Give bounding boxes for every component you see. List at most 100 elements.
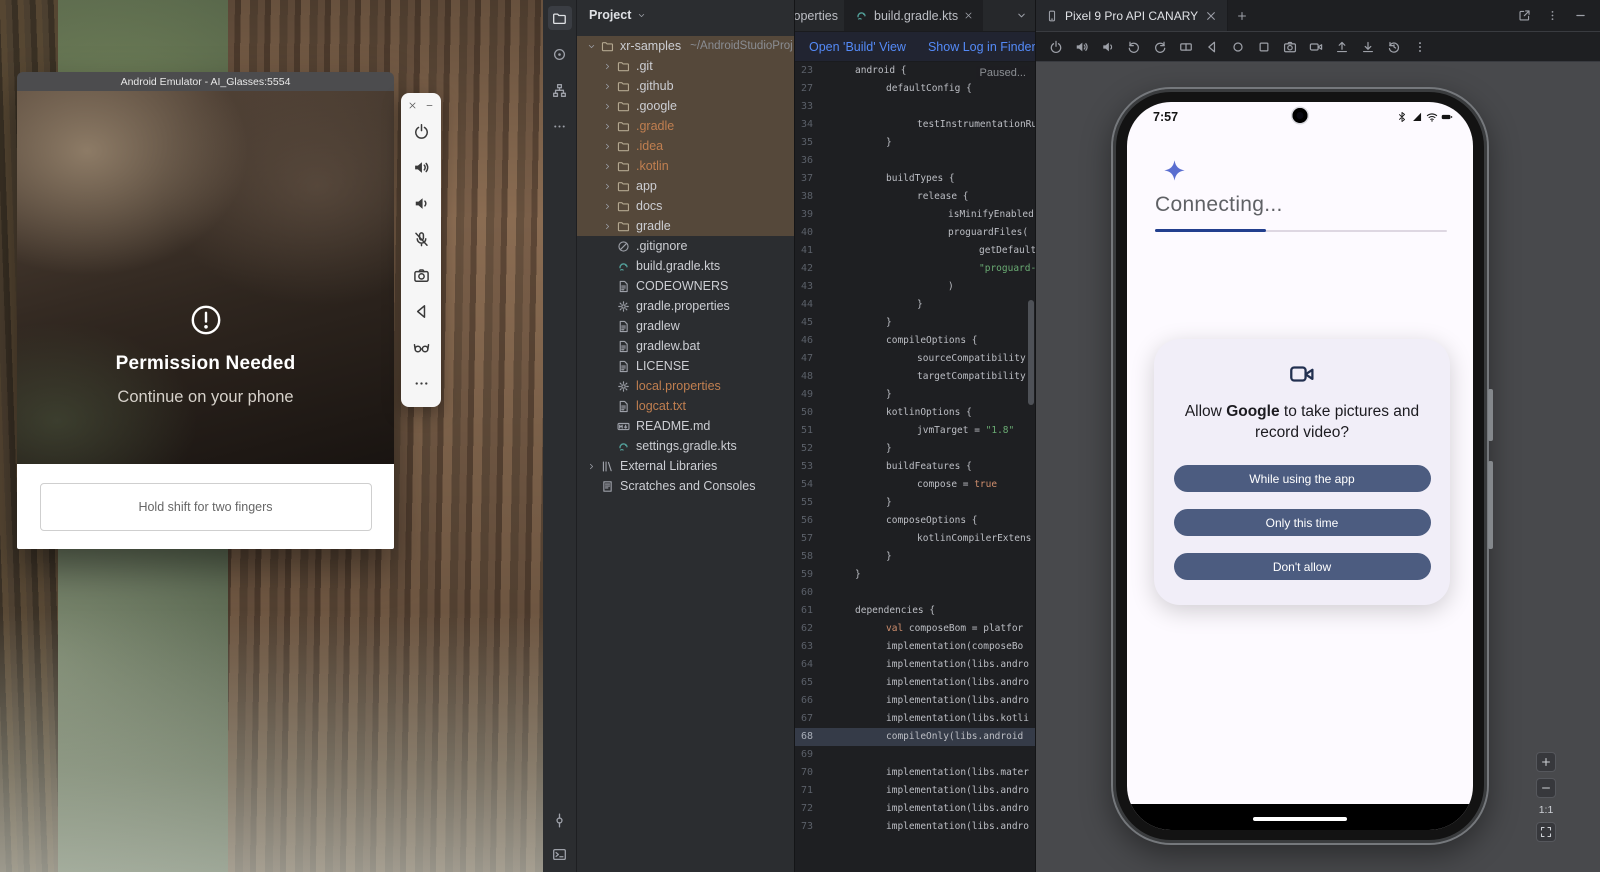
tree-item-github[interactable]: .github: [577, 76, 794, 96]
rotate-right-button[interactable]: [1148, 35, 1171, 58]
back-nav-button[interactable]: [403, 293, 439, 329]
power-button[interactable]: [403, 113, 439, 149]
chevron-right-icon[interactable]: [601, 162, 613, 171]
more-h-button[interactable]: [403, 365, 439, 401]
power-button[interactable]: [1044, 35, 1067, 58]
tree-item-logcat-txt[interactable]: logcat.txt: [577, 396, 794, 416]
chevron-right-icon[interactable]: [601, 142, 613, 151]
tree-item-xr-samples[interactable]: xr-samples~/AndroidStudioProj: [577, 36, 794, 56]
upload-icon: [1335, 40, 1349, 54]
minimize-button[interactable]: [425, 101, 434, 110]
open-build-view-link[interactable]: Open 'Build' View: [809, 40, 906, 54]
tree-item-scratches-and-consoles[interactable]: Scratches and Consoles: [577, 476, 794, 496]
more-v-button[interactable]: [1408, 35, 1431, 58]
chevron-right-icon[interactable]: [601, 82, 613, 91]
mic-off-button[interactable]: [403, 221, 439, 257]
tree-item-git[interactable]: .git: [577, 56, 794, 76]
dialog-button-only-this-time[interactable]: Only this time: [1174, 509, 1431, 536]
folder-button[interactable]: [548, 6, 572, 30]
terminal-button[interactable]: [548, 842, 572, 866]
code-line-38: 38release {: [795, 188, 1035, 206]
zoom-level[interactable]: 1:1: [1539, 804, 1554, 816]
tree-item-idea[interactable]: .idea: [577, 136, 794, 156]
target-icon: [552, 47, 567, 62]
back-nav-button[interactable]: [1200, 35, 1223, 58]
line-number: 70: [795, 764, 843, 782]
close-icon[interactable]: [1205, 10, 1217, 22]
tree-item-gradlew[interactable]: gradlew: [577, 316, 794, 336]
chevron-right-icon[interactable]: [601, 62, 613, 71]
chevron-right-icon[interactable]: [601, 222, 613, 231]
fold-button[interactable]: [1174, 35, 1197, 58]
dialog-button-while-using-the-app[interactable]: While using the app: [1174, 465, 1431, 492]
tree-item-gradle-properties[interactable]: gradle.properties: [577, 296, 794, 316]
scratches-icon: [601, 480, 616, 493]
volume-down-button[interactable]: [403, 185, 439, 221]
tree-item-gradlew-bat[interactable]: gradlew.bat: [577, 336, 794, 356]
minimize-button[interactable]: [1568, 4, 1592, 28]
tree-item-local-properties[interactable]: local.properties: [577, 376, 794, 396]
close-icon[interactable]: [964, 11, 973, 20]
tab-gradle-properties[interactable]: roperties: [795, 0, 845, 31]
dialog-message-pre: Allow: [1185, 403, 1226, 420]
rotate-left-button[interactable]: [1122, 35, 1145, 58]
show-log-in-finder-link[interactable]: Show Log in Finder: [928, 40, 1036, 54]
tree-item-license[interactable]: LICENSE: [577, 356, 794, 376]
tree-item-docs[interactable]: docs: [577, 196, 794, 216]
external-button[interactable]: [1512, 4, 1536, 28]
chevron-down-icon[interactable]: [585, 42, 597, 51]
tree-item-external-libraries[interactable]: External Libraries: [577, 456, 794, 476]
volume-up-button[interactable]: [403, 149, 439, 185]
home-nav-button[interactable]: [1226, 35, 1249, 58]
zoom-out-button[interactable]: [1536, 778, 1556, 798]
emulator-screen[interactable]: Permission Needed Continue on your phone: [17, 91, 394, 464]
restore-button[interactable]: [1382, 35, 1405, 58]
tree-item-kotlin[interactable]: .kotlin: [577, 156, 794, 176]
structure-button[interactable]: [548, 78, 572, 102]
code-line-27: 27defaultConfig {: [795, 80, 1035, 98]
screenshot-button[interactable]: [1278, 35, 1301, 58]
phone-screen[interactable]: 7:57 Connecting... Allow Google to take …: [1127, 102, 1473, 830]
project-panel-header[interactable]: Project: [577, 0, 794, 30]
tree-item-gradle[interactable]: gradle: [577, 216, 794, 236]
home-indicator[interactable]: [1253, 817, 1347, 821]
tree-item-gradle[interactable]: .gradle: [577, 116, 794, 136]
tree-item-settings-gradle-kts[interactable]: settings.gradle.kts: [577, 436, 794, 456]
chevron-right-icon[interactable]: [585, 462, 597, 471]
target-button[interactable]: [548, 42, 572, 66]
tree-item-codeowners[interactable]: CODEOWNERS: [577, 276, 794, 296]
camera-button[interactable]: [403, 257, 439, 293]
chevron-right-icon[interactable]: [601, 202, 613, 211]
commit-button[interactable]: [548, 808, 572, 832]
volume-up-button[interactable]: [1070, 35, 1093, 58]
chevron-right-icon[interactable]: [601, 182, 613, 191]
chevron-right-icon[interactable]: [601, 102, 613, 111]
zoom-in-button[interactable]: [1536, 752, 1556, 772]
download-button[interactable]: [1356, 35, 1379, 58]
volume-down-button[interactable]: [1096, 35, 1119, 58]
tree-item-gitignore[interactable]: .gitignore: [577, 236, 794, 256]
tree-item-google[interactable]: .google: [577, 96, 794, 116]
tree-item-app[interactable]: app: [577, 176, 794, 196]
upload-button[interactable]: [1330, 35, 1353, 58]
chevron-right-icon[interactable]: [601, 122, 613, 131]
close-button[interactable]: [408, 101, 417, 110]
editor-code-area[interactable]: 23android {27defaultConfig {3334testInst…: [795, 62, 1035, 872]
tab-build-gradle-kts[interactable]: build.gradle.kts: [845, 0, 983, 31]
new-device-tab-button[interactable]: [1228, 10, 1256, 22]
restore-icon: [1387, 40, 1401, 54]
more-v-button[interactable]: [1540, 4, 1564, 28]
record-button[interactable]: [1304, 35, 1327, 58]
hidden-tabs-chevron-icon[interactable]: [1016, 10, 1027, 21]
dialog-button-don-t-allow[interactable]: Don't allow: [1174, 553, 1431, 580]
overview-nav-button[interactable]: [1252, 35, 1275, 58]
zoom-fit-button[interactable]: [1536, 822, 1556, 842]
editor-scrollbar[interactable]: [1028, 300, 1034, 405]
emulator-window-title: Android Emulator - AI_Glasses:5554: [17, 72, 394, 91]
glasses-button[interactable]: [403, 329, 439, 365]
tree-item-build-gradle-kts[interactable]: build.gradle.kts: [577, 256, 794, 276]
folder-icon: [617, 220, 632, 233]
tab-pixel-9-pro-api-canary[interactable]: Pixel 9 Pro API CANARY: [1036, 0, 1228, 31]
tree-item-readme-md[interactable]: README.md: [577, 416, 794, 436]
more-h-button[interactable]: [548, 114, 572, 138]
